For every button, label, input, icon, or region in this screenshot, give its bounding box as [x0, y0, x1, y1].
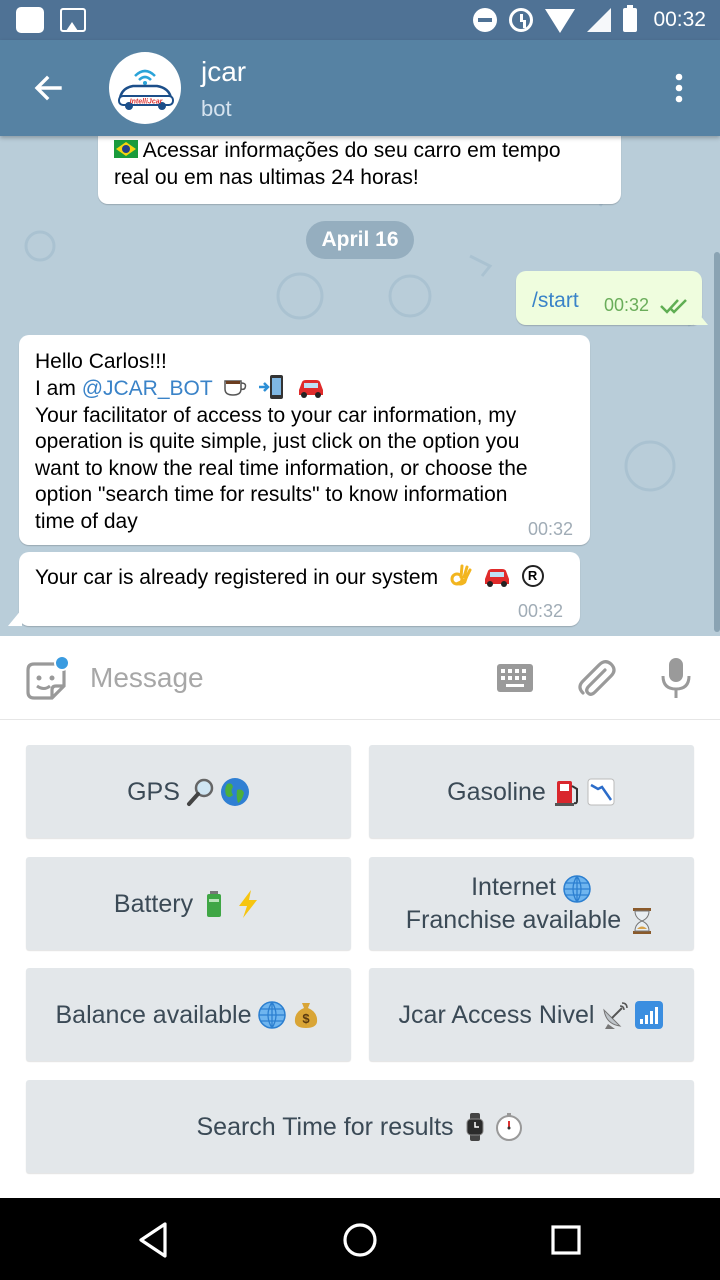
bot-reply-keyboard: GPS Gasoline Battery Internet Franchise …: [0, 720, 720, 1198]
money-bag-icon: $: [295, 1002, 318, 1028]
chat-title[interactable]: jcar: [201, 56, 246, 88]
message-bubble-previous[interactable]: Acessar informações do seu carro em temp…: [98, 136, 621, 204]
brazil-flag-icon: [114, 140, 138, 159]
button-label: Franchise available: [405, 905, 622, 934]
image-notification-icon: [60, 8, 86, 32]
battery-emoji-icon: [207, 890, 222, 917]
phone-arrow-icon: [259, 375, 283, 400]
message-text: time of day: [35, 509, 138, 533]
button-label: Gasoline: [447, 777, 546, 806]
gasoline-button[interactable]: Gasoline: [369, 745, 694, 838]
globe-meridians-icon: [258, 1000, 287, 1029]
chart-decreasing-icon: [587, 778, 615, 805]
message-text: want to know the real time information, …: [35, 456, 528, 480]
fuel-pump-icon: [554, 780, 578, 806]
message-time: 00:32: [518, 601, 564, 621]
jcar-access-button[interactable]: Jcar Access Nivel: [369, 968, 694, 1061]
stopwatch-icon: [495, 1112, 522, 1141]
back-arrow-icon[interactable]: [30, 70, 66, 106]
signal-icon: [587, 8, 612, 32]
alarm-icon: [509, 8, 534, 32]
system-nav-bar: [0, 1198, 720, 1280]
watch-icon: [466, 1112, 484, 1141]
attach-paperclip-icon[interactable]: [575, 656, 619, 700]
magnifier-icon: [186, 778, 214, 806]
keyboard-icon[interactable]: [496, 663, 534, 693]
notification-app-icon: [16, 7, 44, 33]
ok-hand-icon: [450, 564, 472, 586]
clock: 00:32: [653, 8, 706, 31]
hourglass-icon: [633, 907, 652, 934]
nav-home-icon[interactable]: [338, 1218, 382, 1262]
sticker-icon[interactable]: [24, 656, 72, 702]
message-input[interactable]: [90, 656, 470, 700]
bot-mention-link[interactable]: @JCAR_BOT: [82, 377, 213, 400]
command-text[interactable]: /start: [532, 289, 579, 312]
chat-scrollbar[interactable]: [714, 252, 720, 632]
message-composer: [0, 636, 720, 720]
nav-recents-icon[interactable]: [544, 1218, 588, 1262]
signal-bars-icon: [635, 1000, 664, 1029]
gps-button[interactable]: GPS: [26, 745, 351, 838]
registered-mark-icon: R: [521, 565, 544, 588]
bubble-tail: [694, 308, 708, 325]
svg-text:IntelliJcar: IntelliJcar: [130, 99, 164, 106]
message-text: Acessar informações do seu carro em temp…: [142, 139, 561, 162]
satellite-dish-icon: [603, 1001, 629, 1029]
do-not-disturb-icon: [473, 8, 498, 32]
battery-icon: [623, 5, 638, 32]
search-time-button[interactable]: Search Time for results: [26, 1080, 694, 1173]
chat-area[interactable]: Acessar informações do seu carro em temp…: [0, 136, 720, 636]
status-bar: 00:32: [0, 0, 720, 40]
message-text: option "search time for results" to know…: [35, 483, 508, 507]
globe-icon: [220, 777, 249, 806]
car-icon: [484, 569, 509, 588]
intellijcar-logo: IntelliJcar: [118, 69, 174, 110]
more-vertical-icon[interactable]: [664, 70, 694, 106]
battery-button[interactable]: Battery: [26, 857, 351, 950]
button-label: Jcar Access Nivel: [398, 1000, 595, 1029]
internet-franchise-button[interactable]: Internet Franchise available: [369, 857, 694, 950]
chat-header: IntelliJcar jcar bot: [0, 40, 720, 136]
lightning-icon: [239, 889, 258, 918]
message-time: 00:32: [528, 519, 574, 539]
globe-meridians-icon: [563, 874, 591, 903]
car-icon: [298, 380, 323, 399]
button-label: Battery: [113, 889, 194, 918]
nav-back-icon[interactable]: [132, 1218, 176, 1262]
message-bubble-registered[interactable]: Your car is already registered in our sy…: [19, 552, 580, 626]
button-label: Internet: [471, 873, 556, 902]
bubble-tail: [8, 609, 22, 626]
double-check-icon: [660, 299, 687, 314]
balance-button[interactable]: Balance available $: [26, 968, 351, 1061]
button-label: GPS: [127, 777, 180, 806]
coffee-icon: [224, 380, 247, 396]
microphone-icon[interactable]: [658, 656, 694, 700]
button-label: Search Time for results: [196, 1112, 454, 1141]
button-label: Balance available: [55, 1000, 252, 1029]
message-text: operation is quite simple, just click on…: [35, 430, 520, 454]
date-divider: April 16: [306, 221, 414, 259]
message-text: Your facilitator of access to your car i…: [35, 403, 517, 427]
wifi-icon: [545, 9, 576, 33]
avatar[interactable]: IntelliJcar: [109, 52, 181, 124]
message-text: Your car is already registered in our sy…: [35, 566, 439, 589]
chat-subtitle: bot: [201, 96, 232, 121]
svg-text:$: $: [303, 1011, 311, 1026]
message-text: real ou em nas ultimas 24 horas!: [114, 165, 419, 189]
message-text: I am: [35, 376, 82, 400]
message-time: 00:32: [604, 295, 650, 315]
message-bubble-welcome[interactable]: Hello Carlos!!! I am @JCAR_BOT Your faci…: [19, 335, 590, 545]
message-text: Hello Carlos!!!: [35, 350, 167, 373]
